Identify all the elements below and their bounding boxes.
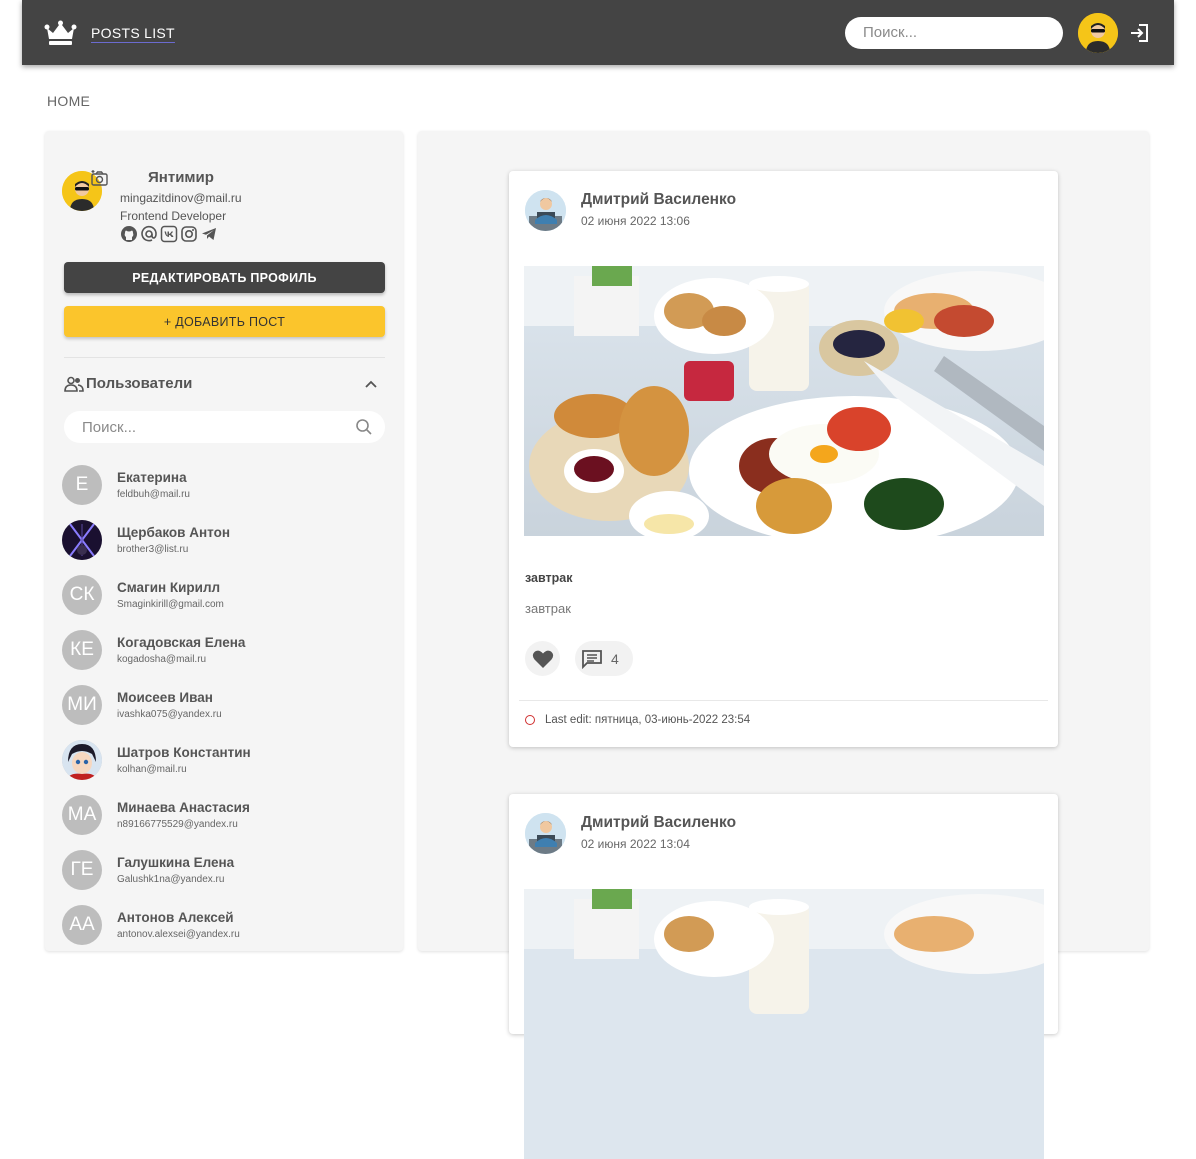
user-info: Моисеев Иван ivashka075@yandex.ru bbox=[117, 690, 222, 720]
user-list-item[interactable]: Щербаков Антон brother3@list.ru bbox=[62, 512, 392, 567]
top-search-input[interactable] bbox=[861, 23, 1064, 42]
user-name: Шатров Константин bbox=[117, 744, 251, 760]
user-avatar: МИ bbox=[62, 684, 102, 725]
user-info: Щербаков Антон brother3@list.ru bbox=[117, 525, 230, 555]
user-info: Галушкина Елена Galushk1na@yandex.ru bbox=[117, 855, 234, 885]
user-info: Смагин Кирилл Smaginkirill@gmail.com bbox=[117, 580, 224, 610]
users-section-header[interactable]: Пользователи bbox=[64, 375, 385, 392]
user-list-item[interactable]: АА Антонов Алексей antonov.alexsei@yandex.… bbox=[62, 897, 392, 952]
last-edit-text: Last edit: пятница, 03-июнь-2022 23:54 bbox=[545, 714, 751, 726]
posts-feed: Дмитрий Василенко 02 июня 2022 13:06 зав… bbox=[418, 131, 1149, 1159]
user-info: Минаева Анастасия n89166775529@yandex.ru bbox=[117, 800, 250, 830]
user-avatar bbox=[62, 739, 102, 780]
post-text: завтрак bbox=[525, 601, 571, 616]
users-section-title: Пользователи bbox=[86, 375, 193, 392]
comments-count: 4 bbox=[611, 650, 619, 667]
divider bbox=[519, 700, 1048, 701]
post-image[interactable] bbox=[524, 266, 1044, 536]
comments-button[interactable]: 4 bbox=[575, 641, 633, 676]
comment-icon bbox=[582, 649, 602, 669]
user-list-item[interactable]: КЕ Когадовская Елена kogadosha@mail.ru bbox=[62, 622, 392, 677]
profile-email: mingazitdinov@mail.ru bbox=[120, 191, 242, 205]
user-list-item[interactable]: СК Смагин Кирилл Smaginkirill@gmail.com bbox=[62, 567, 392, 622]
user-name: Антонов Алексей bbox=[117, 909, 234, 925]
user-avatar: КЕ bbox=[62, 629, 102, 670]
user-info: Екатерина feldbuh@mail.ru bbox=[117, 470, 190, 500]
divider bbox=[64, 357, 385, 358]
app-title-link[interactable]: POSTS LIST bbox=[91, 25, 175, 41]
user-name: Смагин Кирилл bbox=[117, 579, 221, 595]
post-author[interactable]: Дмитрий Василенко bbox=[581, 814, 736, 832]
vk-icon[interactable] bbox=[160, 225, 178, 243]
user-email: kolhan@mail.ru bbox=[117, 763, 187, 775]
user-email: feldbuh@mail.ru bbox=[117, 488, 190, 500]
user-email: brother3@list.ru bbox=[117, 543, 189, 555]
user-name: Екатерина bbox=[117, 469, 187, 485]
user-list-item[interactable]: Шатров Константин kolhan@mail.ru bbox=[62, 732, 392, 787]
post-date: 02 июня 2022 13:06 bbox=[581, 214, 690, 228]
user-avatar: АА bbox=[62, 904, 102, 945]
heart-icon bbox=[532, 650, 553, 668]
camera-upload-icon[interactable] bbox=[90, 169, 110, 187]
user-list-item[interactable]: МА Минаева Анастасия n89166775529@yandex.r… bbox=[62, 787, 392, 842]
post-author[interactable]: Дмитрий Василенко bbox=[581, 191, 736, 209]
user-info: Шатров Константин kolhan@mail.ru bbox=[117, 745, 251, 775]
logout-icon[interactable] bbox=[1128, 21, 1152, 45]
post-card: Дмитрий Василенко 02 июня 2022 13:06 зав… bbox=[509, 171, 1058, 747]
github-icon[interactable] bbox=[120, 225, 138, 243]
user-avatar: СК bbox=[62, 574, 102, 615]
edit-status-dot-icon bbox=[525, 715, 535, 725]
post-title: завтрак bbox=[525, 571, 573, 585]
crown-logo-icon[interactable] bbox=[44, 20, 77, 46]
user-email: ivashka075@yandex.ru bbox=[117, 708, 222, 720]
users-search-box bbox=[64, 411, 385, 443]
post-card: Дмитрий Василенко 02 июня 2022 13:04 bbox=[509, 794, 1058, 1159]
app-bar: POSTS LIST bbox=[22, 0, 1174, 65]
user-email: n89166775529@yandex.ru bbox=[117, 818, 238, 830]
user-name: Щербаков Антон bbox=[117, 524, 230, 540]
social-links bbox=[120, 225, 218, 243]
instagram-icon[interactable] bbox=[180, 225, 198, 243]
profile-name: Янтимир bbox=[148, 169, 214, 186]
search-icon[interactable] bbox=[355, 418, 373, 436]
user-avatar: МА bbox=[62, 794, 102, 835]
user-info: Когадовская Елена kogadosha@mail.ru bbox=[117, 635, 245, 665]
author-avatar[interactable] bbox=[525, 813, 566, 854]
user-name: Когадовская Елена bbox=[117, 634, 246, 650]
email-at-icon[interactable] bbox=[140, 225, 158, 243]
user-name: Минаева Анастасия bbox=[117, 799, 250, 815]
user-avatar: Е bbox=[62, 464, 102, 505]
user-avatar bbox=[62, 519, 102, 560]
user-info: Антонов Алексей antonov.alexsei@yandex.ru bbox=[117, 910, 240, 940]
user-name: Моисеев Иван bbox=[117, 689, 213, 705]
user-list: Е Екатерина feldbuh@mail.ru Щербаков Антон b… bbox=[62, 457, 392, 952]
users-search-input[interactable] bbox=[80, 417, 355, 437]
user-list-item[interactable]: МИ Моисеев Иван ivashka075@yandex.ru bbox=[62, 677, 392, 732]
author-avatar[interactable] bbox=[525, 190, 566, 231]
chevron-up-icon[interactable] bbox=[363, 376, 379, 392]
profile-role: Frontend Developer bbox=[120, 209, 227, 223]
user-avatar: ГЕ bbox=[62, 849, 102, 890]
user-list-item[interactable]: Е Екатерина feldbuh@mail.ru bbox=[62, 457, 392, 512]
sidebar: Янтимир mingazitdinov@mail.ru Frontend D… bbox=[45, 131, 403, 951]
user-email: kogadosha@mail.ru bbox=[117, 653, 207, 665]
post-date: 02 июня 2022 13:04 bbox=[581, 837, 690, 851]
telegram-icon[interactable] bbox=[200, 225, 218, 243]
user-name: Галушкина Елена bbox=[117, 854, 235, 870]
user-email: antonov.alexsei@yandex.ru bbox=[117, 928, 240, 940]
add-post-button[interactable]: + ДОБАВИТЬ ПОСТ bbox=[64, 306, 385, 337]
edit-profile-button[interactable]: РЕДАКТИРОВАТЬ ПРОФИЛЬ bbox=[64, 262, 385, 293]
user-list-item[interactable]: ГЕ Галушкина Елена Galushk1na@yandex.ru bbox=[62, 842, 392, 897]
user-avatar[interactable] bbox=[1078, 12, 1118, 53]
last-edit-info: Last edit: пятница, 03-июнь-2022 23:54 bbox=[525, 714, 750, 726]
like-button[interactable] bbox=[525, 641, 560, 676]
users-icon bbox=[64, 376, 84, 392]
user-email: Galushk1na@yandex.ru bbox=[117, 873, 225, 885]
breadcrumb[interactable]: HOME bbox=[47, 93, 90, 109]
top-search-box bbox=[845, 16, 1064, 49]
user-email: Smaginkirill@gmail.com bbox=[117, 598, 224, 610]
